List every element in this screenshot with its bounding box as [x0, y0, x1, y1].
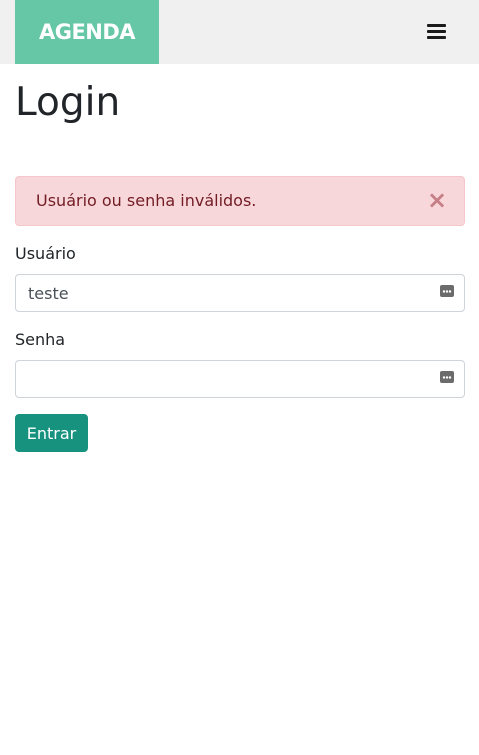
login-button[interactable]: Entrar: [15, 414, 88, 452]
close-icon[interactable]: ×: [426, 187, 448, 213]
brand-logo[interactable]: AGENDA: [15, 0, 159, 64]
password-label: Senha: [15, 330, 66, 349]
hamburger-line: [427, 24, 446, 27]
username-field-wrapper: [15, 274, 465, 312]
hamburger-line: [427, 30, 446, 33]
error-alert: Usuário ou senha inválidos. ×: [15, 176, 465, 226]
password-manager-key-icon[interactable]: [440, 285, 454, 297]
password-manager-key-icon[interactable]: [440, 371, 454, 383]
hamburger-line: [427, 36, 446, 39]
password-field-wrapper: [15, 360, 465, 398]
alert-message: Usuário ou senha inválidos.: [36, 191, 257, 210]
page-title: Login: [15, 80, 121, 125]
username-input[interactable]: [16, 275, 464, 311]
password-input[interactable]: [16, 361, 464, 397]
navbar: AGENDA: [0, 0, 479, 64]
hamburger-menu-icon[interactable]: [427, 22, 447, 40]
username-label: Usuário: [15, 244, 76, 263]
